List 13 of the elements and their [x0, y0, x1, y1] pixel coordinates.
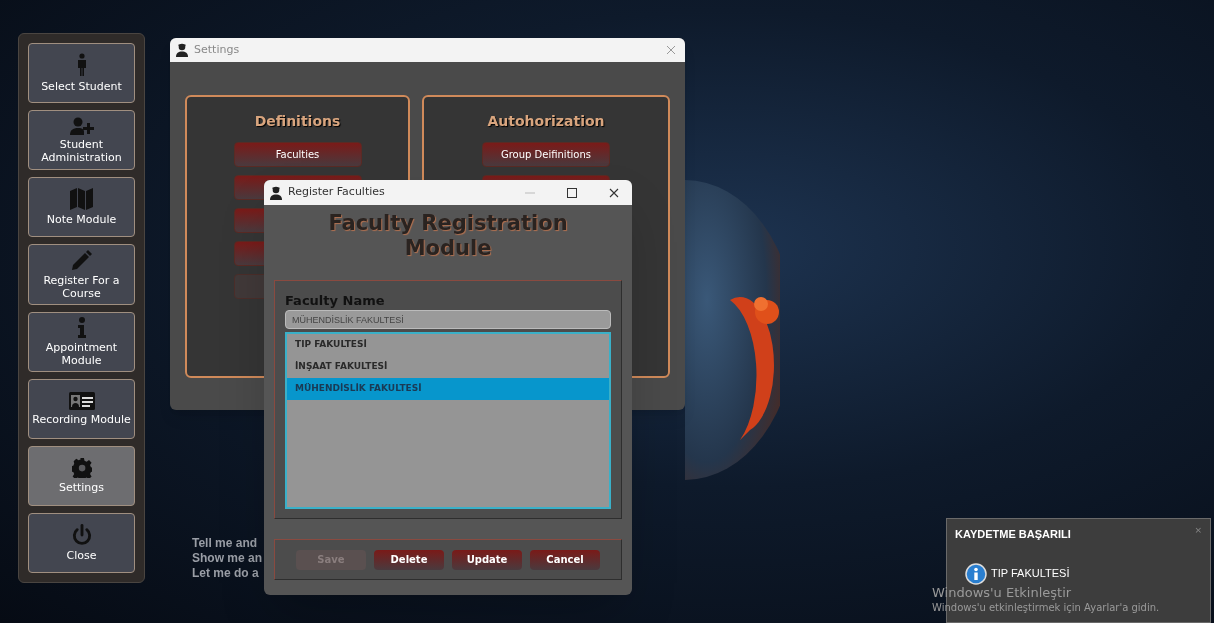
notification-title: KAYDETME BAŞARILI	[955, 527, 1071, 542]
motto-line: Let me do a	[192, 566, 260, 581]
notification-message: TIP FAKULTESİ	[991, 566, 1070, 582]
panel-title: Autohorization	[487, 113, 605, 130]
activation-message: Windows'u etkinleştirmek için Ayarlar'a gidin.	[932, 601, 1160, 615]
window-title: Register Faculties	[288, 184, 386, 201]
window-title: Settings	[194, 41, 241, 58]
activation-title: Windows'u Etkinleştir	[932, 585, 1073, 601]
module-heading: Faculty Registration Module	[328, 211, 568, 261]
panel-title: Definitions	[254, 113, 341, 130]
motto-line: Show me an	[192, 551, 262, 566]
motto-line: Tell me and	[192, 536, 259, 551]
field-label: Faculty Name	[285, 293, 386, 309]
